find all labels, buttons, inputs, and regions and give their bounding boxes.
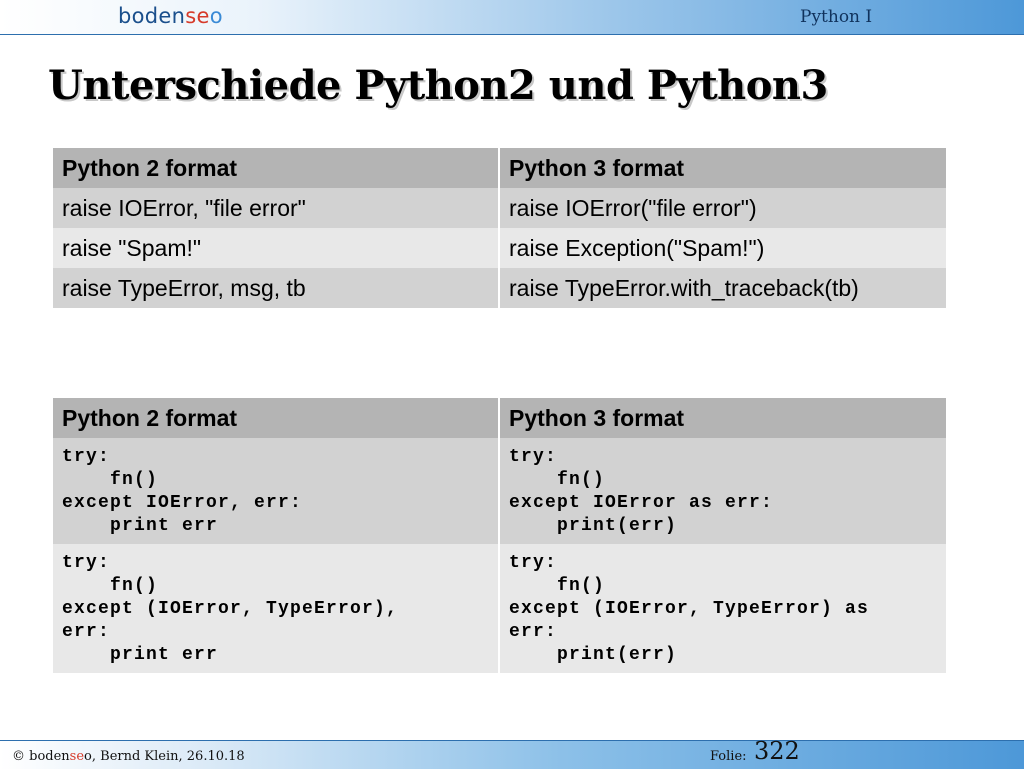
python2-cell: raise "Spam!" — [53, 228, 499, 268]
logo-text-main: boden — [118, 4, 186, 28]
raise-syntax-table: Python 2 format Python 3 format raise IO… — [53, 148, 946, 308]
python2-cell: raise IOError, "file error" — [53, 188, 499, 228]
header-bar: bodenseo Python I — [0, 0, 1024, 35]
course-title: Python I — [800, 7, 873, 27]
python3-cell: raise TypeError.with_traceback(tb) — [498, 268, 946, 308]
copyright-notice: © bodenseo, Bernd Klein, 26.10.18 — [12, 749, 245, 764]
logo-text-accent: se — [185, 4, 210, 28]
python3-cell: raise Exception("Spam!") — [498, 228, 946, 268]
copyright-suffix: o, Bernd Klein, 26.10.18 — [84, 749, 245, 764]
python2-code-cell: try: fn() except (IOError, TypeError), e… — [53, 544, 499, 673]
python3-code-cell: try: fn() except (IOError, TypeError) as… — [498, 544, 946, 673]
table-row: try: fn() except (IOError, TypeError), e… — [53, 544, 946, 673]
python2-code-cell: try: fn() except IOError, err: print err — [53, 438, 499, 544]
python2-cell: raise TypeError, msg, tb — [53, 268, 499, 308]
table-header-row: Python 2 format Python 3 format — [53, 148, 946, 188]
python3-header: Python 3 format — [498, 398, 946, 438]
table-row: raise TypeError, msg, tb raise TypeError… — [53, 268, 946, 308]
footer-bar: © bodenseo, Bernd Klein, 26.10.18 Folie:… — [0, 737, 1024, 769]
python2-header: Python 2 format — [53, 398, 499, 438]
python3-cell: raise IOError("file error") — [498, 188, 946, 228]
table-row: raise "Spam!" raise Exception("Spam!") — [53, 228, 946, 268]
logo-text-tail: o — [209, 4, 223, 28]
python3-code-cell: try: fn() except IOError as err: print(e… — [498, 438, 946, 544]
copyright-prefix: © boden — [12, 749, 70, 764]
copyright-accent: se — [69, 749, 85, 764]
slide-title: Unterschiede Python2 und Python3 — [48, 62, 828, 109]
slide-label: Folie: — [710, 749, 747, 764]
slide-number: 322 — [754, 737, 800, 765]
except-syntax-table: Python 2 format Python 3 format try: fn(… — [53, 398, 946, 673]
table-row: try: fn() except IOError, err: print err… — [53, 438, 946, 544]
python3-header: Python 3 format — [498, 148, 946, 188]
table-header-row: Python 2 format Python 3 format — [53, 398, 946, 438]
table-row: raise IOError, "file error" raise IOErro… — [53, 188, 946, 228]
python2-header: Python 2 format — [53, 148, 499, 188]
bodenseo-logo: bodenseo — [118, 4, 223, 28]
